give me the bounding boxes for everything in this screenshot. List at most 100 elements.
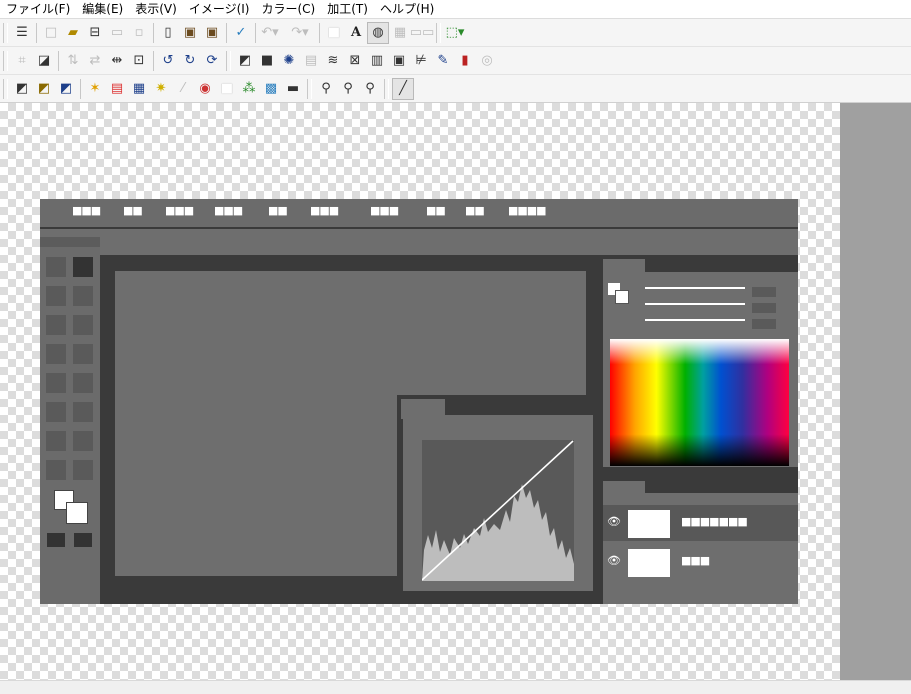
rainbow-icon[interactable]: ▤: [106, 78, 128, 100]
undo-icon[interactable]: ↶▾: [259, 22, 281, 44]
color-box-icon[interactable]: ▦: [128, 78, 150, 100]
illustration-menu-item: ■■: [268, 204, 288, 217]
circle-icon[interactable]: ◎: [476, 50, 498, 72]
illustration-menu-item: ■■: [123, 204, 143, 217]
illustration-menu-item: ■■■: [72, 204, 101, 217]
canvas-size-icon[interactable]: ⊡: [128, 50, 150, 72]
toolbar-grip[interactable]: [307, 78, 312, 99]
toolbar-image: ⌗ ◪ ⇅ ⇄ ⇹ ⊡ ↺ ↻ ⟳ ◩ ■ ✺ ▤ ≋ ⊠ ▥ ▣ ⊭ ✎ ▮ …: [0, 47, 911, 75]
illustration-color-spectrum: [610, 339, 789, 466]
editor-illustration-image: ■■■ ■■ ■■■ ■■■ ■■ ■■■ ■■■ ■■ ■■ ■■■■ 👁 ■…: [40, 199, 798, 604]
redo-icon[interactable]: ↷▾: [289, 22, 311, 44]
illustration-menu-item: ■■■: [165, 204, 194, 217]
illustration-menu-item: ■■: [465, 204, 485, 217]
frame-icon[interactable]: ■: [256, 50, 278, 72]
toolbar-grip[interactable]: [436, 22, 441, 43]
paste-icon[interactable]: ▣: [179, 22, 201, 44]
brick-icon[interactable]: ▥: [366, 50, 388, 72]
scan-icon[interactable]: ▫: [128, 22, 150, 44]
open-folder-icon[interactable]: ▰: [62, 22, 84, 44]
picture-icon[interactable]: ▩: [260, 78, 282, 100]
new-image-icon[interactable]: ▯: [157, 22, 179, 44]
toolbar-grip[interactable]: [3, 50, 8, 71]
mosaic-icon[interactable]: ⊠: [344, 50, 366, 72]
resize-icon[interactable]: ◪: [33, 50, 55, 72]
pen-icon[interactable]: ✎: [432, 50, 454, 72]
illustration-tool-panel: [40, 237, 100, 604]
brush-icon[interactable]: ▮: [454, 50, 476, 72]
illustration-menu-bar: ■■■ ■■ ■■■ ■■■ ■■ ■■■ ■■■ ■■ ■■ ■■■■: [40, 199, 798, 229]
sparkle-icon[interactable]: ✺: [278, 50, 300, 72]
flip-horizontal-icon[interactable]: ⇄: [84, 50, 106, 72]
ruler-icon[interactable]: ╱: [392, 77, 414, 100]
rotate-icon[interactable]: ⟳: [201, 50, 223, 72]
menu-edit[interactable]: 編集(E): [76, 0, 129, 18]
toolbar-grip[interactable]: [226, 50, 231, 71]
grid-icon[interactable]: ▦: [389, 22, 411, 44]
toolbar-separator: [319, 22, 320, 43]
toolbar-separator: [153, 22, 154, 43]
blur-icon[interactable]: ▤: [300, 50, 322, 72]
rgb-icon[interactable]: ⁂: [238, 78, 260, 100]
bar-icon[interactable]: ▬: [282, 78, 304, 100]
illustration-menu-item: ■■■■: [508, 204, 547, 217]
toolbar-grip[interactable]: [3, 22, 8, 43]
toolbar-separator: [255, 22, 256, 43]
text-icon[interactable]: A: [345, 22, 367, 44]
gradient2-icon[interactable]: ◩: [33, 78, 55, 100]
shadow-icon[interactable]: ◩: [234, 50, 256, 72]
window-icon[interactable]: ▭▭: [410, 22, 435, 44]
check-icon[interactable]: ✓: [230, 22, 252, 44]
white-box-icon[interactable]: ■: [216, 78, 238, 100]
emboss-icon[interactable]: ▣: [388, 50, 410, 72]
zoom-out-icon[interactable]: ⚲: [359, 78, 381, 100]
palette-icon[interactable]: ◉: [194, 78, 216, 100]
menu-view[interactable]: 表示(V): [129, 0, 183, 18]
illustration-menu-item: ■■■: [370, 204, 399, 217]
menu-file[interactable]: ファイル(F): [0, 0, 76, 18]
toolbar-menu-icon[interactable]: ☰: [11, 22, 33, 44]
line-icon[interactable]: ⁄: [172, 78, 194, 100]
illustration-layers-panel: [603, 481, 798, 604]
rotate-left-icon[interactable]: ↺: [157, 50, 179, 72]
selection-icon[interactable]: ⬚▾: [444, 22, 466, 44]
fill-icon[interactable]: ■: [323, 22, 345, 44]
zoom-icon[interactable]: ⚲: [315, 78, 337, 100]
paste-new-icon[interactable]: ▣: [201, 22, 223, 44]
edge-icon[interactable]: ⊭: [410, 50, 432, 72]
gradient1-icon[interactable]: ◩: [11, 78, 33, 100]
layer1-label: ■■■■■■■: [681, 515, 748, 528]
toolbar-grip[interactable]: [3, 78, 8, 99]
eye-icon: 👁: [607, 515, 621, 528]
print-icon[interactable]: ▭: [106, 22, 128, 44]
toolbar-grip[interactable]: [384, 78, 389, 99]
menu-color[interactable]: カラー(C): [255, 0, 321, 18]
menu-help[interactable]: ヘルプ(H): [374, 0, 440, 18]
rotate-right-icon[interactable]: ↻: [179, 50, 201, 72]
zoom-in-icon[interactable]: ⚲: [337, 78, 359, 100]
illustration-curves-graph: [422, 440, 574, 581]
new-file-icon[interactable]: □: [40, 22, 62, 44]
gradient3-icon[interactable]: ◩: [55, 78, 77, 100]
wave-icon[interactable]: ≋: [322, 50, 344, 72]
toolbar-separator: [58, 50, 59, 71]
eye-icon: 👁: [607, 554, 621, 567]
menu-process[interactable]: 加工(T): [321, 0, 374, 18]
crop-icon[interactable]: ⌗: [11, 50, 33, 72]
toolbar-separator: [226, 22, 227, 43]
sparkle-star-icon[interactable]: ✷: [150, 78, 172, 100]
stretch-icon[interactable]: ⇹: [106, 50, 128, 72]
illustration-menu-item: ■■: [426, 204, 446, 217]
save-icon[interactable]: ⊟: [84, 22, 106, 44]
illustration-menu-item: ■■■: [310, 204, 339, 217]
illustration-menu-item: ■■■: [214, 204, 243, 217]
toolbar-standard: ☰ □ ▰ ⊟ ▭ ▫ ▯ ▣ ▣ ✓ ↶▾ ↷▾ ■ A ◍ ▦ ▭▭ ⬚▾: [0, 19, 911, 47]
star-icon[interactable]: ✶: [84, 78, 106, 100]
flip-vertical-icon[interactable]: ⇅: [62, 50, 84, 72]
filter-circle-icon[interactable]: ◍: [367, 21, 389, 44]
toolbar-separator: [80, 78, 81, 99]
canvas-area[interactable]: ■■■ ■■ ■■■ ■■■ ■■ ■■■ ■■■ ■■ ■■ ■■■■ 👁 ■…: [0, 103, 911, 680]
toolbar-separator: [153, 50, 154, 71]
transparency-canvas[interactable]: ■■■ ■■ ■■■ ■■■ ■■ ■■■ ■■■ ■■ ■■ ■■■■ 👁 ■…: [0, 103, 840, 680]
menu-image[interactable]: イメージ(I): [183, 0, 256, 18]
